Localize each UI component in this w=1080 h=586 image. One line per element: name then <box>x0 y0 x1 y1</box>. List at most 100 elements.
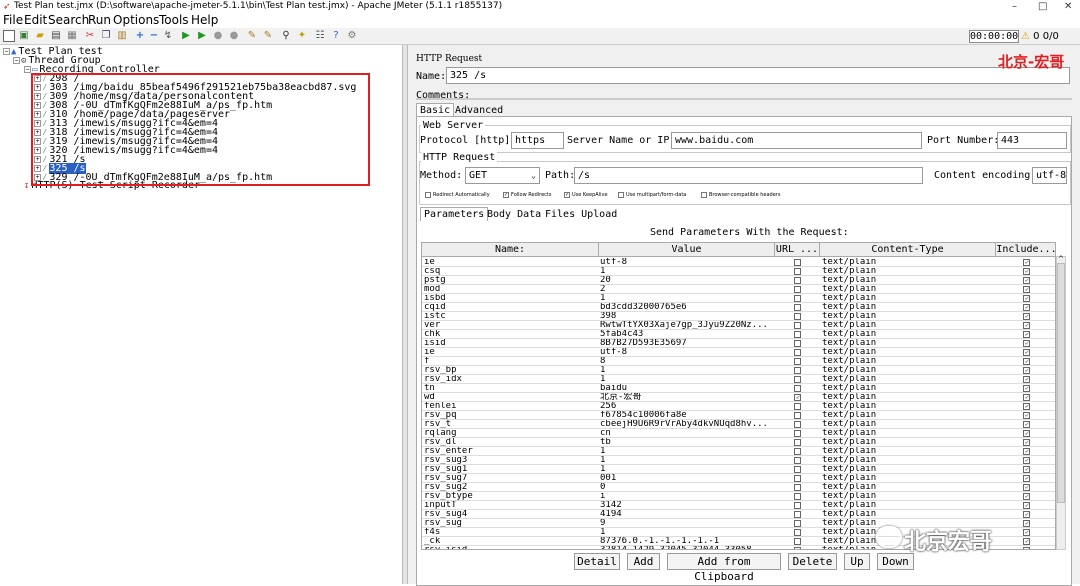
include-checkbox[interactable]: ✓ <box>1023 259 1030 266</box>
comments-field[interactable] <box>416 98 1072 100</box>
content-type[interactable]: text/plain <box>822 357 995 366</box>
redirect-automatically-checkbox[interactable]: Redirect Automatically <box>425 191 490 199</box>
param-value[interactable]: baidu <box>600 384 773 393</box>
table-row[interactable]: rsv_sug3 1 text/plain ✓ <box>422 456 1055 465</box>
expand-all-icon[interactable]: + <box>134 30 146 42</box>
toggle-icon[interactable]: ↯ <box>162 30 174 42</box>
url-encode-checkbox[interactable] <box>794 529 801 536</box>
include-cell[interactable]: ✓ <box>996 339 1055 348</box>
clear-all-icon[interactable]: ✎ <box>262 30 274 42</box>
content-type[interactable]: text/plain <box>822 285 995 294</box>
include-cell[interactable]: ✓ <box>996 519 1055 528</box>
url-encode-checkbox[interactable] <box>794 304 801 311</box>
param-name[interactable]: rsv_sug3 <box>424 456 597 465</box>
param-name[interactable]: rsv_sug7 <box>424 474 597 483</box>
param-name[interactable]: pstg <box>424 276 597 285</box>
param-value[interactable]: 256 <box>600 402 773 411</box>
param-name[interactable]: ver <box>424 321 597 330</box>
include-cell[interactable]: ✓ <box>996 312 1055 321</box>
include-cell[interactable]: ✓ <box>996 303 1055 312</box>
column-header-url[interactable]: URL ... <box>775 243 820 257</box>
url-encode-cell[interactable] <box>775 321 820 330</box>
include-checkbox[interactable]: ✓ <box>1023 394 1030 401</box>
param-value[interactable]: f67854c10006fa8e <box>600 411 773 420</box>
warning-indicator[interactable]: ⚠ 0 0/0 <box>1021 30 1059 43</box>
content-type[interactable]: text/plain <box>822 429 995 438</box>
browser-headers-checkbox[interactable]: Browser-compatible headers <box>701 191 780 199</box>
param-value[interactable]: 9 <box>600 519 773 528</box>
menu-help[interactable]: Help <box>191 13 218 28</box>
url-encode-cell[interactable] <box>775 465 820 474</box>
include-cell[interactable]: ✓ <box>996 321 1055 330</box>
include-checkbox[interactable]: ✓ <box>1023 484 1030 491</box>
table-scrollbar[interactable]: ^ <box>1056 255 1066 550</box>
table-row[interactable]: isid 8B7B27D593E35697 text/plain ✓ <box>422 339 1055 348</box>
include-cell[interactable]: ✓ <box>996 294 1055 303</box>
include-cell[interactable]: ✓ <box>996 330 1055 339</box>
url-encode-cell[interactable] <box>775 330 820 339</box>
param-name[interactable]: rsv_sug1 <box>424 465 597 474</box>
url-encode-cell[interactable] <box>775 456 820 465</box>
url-encode-cell[interactable] <box>775 312 820 321</box>
new-icon[interactable] <box>3 30 15 42</box>
include-cell[interactable]: ✓ <box>996 429 1055 438</box>
url-encode-checkbox[interactable] <box>794 403 801 410</box>
include-checkbox[interactable]: ✓ <box>1023 295 1030 302</box>
param-value[interactable]: cbeejH9U6R9rVrAby4dkvNUqd8hv... <box>600 420 773 429</box>
menu-file[interactable]: File <box>3 13 23 28</box>
param-name[interactable]: f4s <box>424 528 597 537</box>
menu-edit[interactable]: Edit <box>24 13 47 28</box>
param-name[interactable]: rsv_sug2 <box>424 483 597 492</box>
url-encode-cell[interactable] <box>775 528 820 537</box>
open-icon[interactable]: ▰ <box>34 30 46 42</box>
use-keepalive-checkbox[interactable]: ✓ Use KeepAlive <box>564 191 608 199</box>
detail-button[interactable]: Detail <box>574 553 620 570</box>
name-field[interactable]: 325 /s <box>446 67 1070 84</box>
url-encode-cell[interactable] <box>775 510 820 519</box>
include-cell[interactable]: ✓ <box>996 420 1055 429</box>
param-value[interactable]: 1 <box>600 528 773 537</box>
param-value[interactable]: 87376.0.-1.-1.-1.-1.-1 <box>600 537 773 546</box>
include-checkbox[interactable]: ✓ <box>1023 268 1030 275</box>
column-header-include[interactable]: Include... <box>996 243 1055 257</box>
url-encode-cell[interactable] <box>775 276 820 285</box>
stop-icon[interactable]: ● <box>212 30 224 42</box>
param-name[interactable]: rsv_sug4 <box>424 510 597 519</box>
table-row[interactable]: csq 1 text/plain ✓ <box>422 267 1055 276</box>
url-encode-checkbox[interactable] <box>794 412 801 419</box>
url-encode-checkbox[interactable] <box>794 484 801 491</box>
url-encode-checkbox[interactable] <box>794 421 801 428</box>
include-cell[interactable]: ✓ <box>996 285 1055 294</box>
url-encode-cell[interactable] <box>775 285 820 294</box>
url-encode-cell[interactable] <box>775 519 820 528</box>
param-name[interactable]: cqid <box>424 303 597 312</box>
table-row[interactable]: rsv_btype i text/plain ✓ <box>422 492 1055 501</box>
param-name[interactable]: istc <box>424 312 597 321</box>
include-cell[interactable]: ✓ <box>996 447 1055 456</box>
url-encode-checkbox[interactable]: ✓ <box>794 394 801 401</box>
multipart-checkbox[interactable]: Use multipart/form-data <box>618 191 686 199</box>
menu-tools[interactable]: Tools <box>159 13 189 28</box>
table-row[interactable]: wd 北京-宏哥 ✓ text/plain ✓ <box>422 393 1055 402</box>
remote-icon[interactable]: ⚙ <box>346 30 358 42</box>
param-value[interactable]: 398 <box>600 312 773 321</box>
table-row[interactable]: rsv_t cbeejH9U6R9rVrAby4dkvNUqd8hv... text… <box>422 420 1055 429</box>
include-cell[interactable]: ✓ <box>996 474 1055 483</box>
content-type[interactable]: text/plain <box>822 375 995 384</box>
param-name[interactable]: csq <box>424 267 597 276</box>
url-encode-cell[interactable] <box>775 294 820 303</box>
url-encode-checkbox[interactable] <box>794 331 801 338</box>
include-checkbox[interactable]: ✓ <box>1023 475 1030 482</box>
include-checkbox[interactable]: ✓ <box>1023 277 1030 284</box>
param-name[interactable]: chk <box>424 330 597 339</box>
param-value[interactable]: 1 <box>600 375 773 384</box>
include-cell[interactable]: ✓ <box>996 357 1055 366</box>
url-encode-checkbox[interactable] <box>794 547 801 549</box>
url-encode-cell[interactable] <box>775 357 820 366</box>
include-checkbox[interactable]: ✓ <box>1023 403 1030 410</box>
url-encode-checkbox[interactable] <box>794 259 801 266</box>
content-type[interactable]: text/plain <box>822 456 995 465</box>
table-row[interactable]: f 8 text/plain ✓ <box>422 357 1055 366</box>
url-encode-cell[interactable] <box>775 366 820 375</box>
url-encode-checkbox[interactable] <box>794 322 801 329</box>
